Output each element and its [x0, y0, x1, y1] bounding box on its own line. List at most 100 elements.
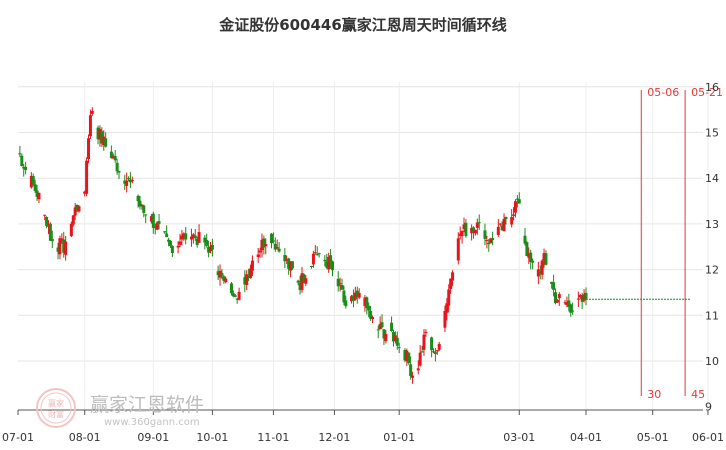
candle: [20, 153, 24, 167]
candle-body: [571, 310, 575, 312]
candle: [205, 233, 209, 248]
candle: [125, 172, 129, 193]
candle: [310, 265, 314, 269]
candle: [557, 292, 561, 306]
candle: [273, 237, 277, 252]
candle: [407, 352, 411, 365]
candle-body: [496, 226, 500, 235]
cycle-count-label: 30: [647, 388, 661, 401]
candle-body: [168, 241, 172, 246]
candle-body: [357, 292, 361, 298]
candle-body: [443, 310, 447, 328]
svg-text:财富: 财富: [48, 409, 64, 419]
candle: [529, 249, 533, 270]
candle-body: [273, 243, 277, 250]
candle-body: [329, 255, 333, 263]
candle-body: [432, 351, 436, 353]
x-tick-label: 12-01: [318, 431, 350, 444]
candle-body: [464, 222, 468, 236]
candle-body: [85, 160, 89, 194]
candle-body: [130, 180, 134, 182]
candle: [340, 278, 344, 290]
candle-body: [338, 283, 342, 285]
candle-body: [233, 295, 237, 297]
candle-body: [127, 178, 131, 180]
candle-body: [424, 331, 428, 333]
candle: [540, 259, 544, 280]
candle-body: [71, 215, 75, 225]
candle-body: [430, 337, 434, 351]
candle: [473, 229, 477, 236]
candle-body: [184, 233, 188, 240]
candle: [113, 150, 117, 163]
candle-body: [220, 272, 224, 276]
cycle-lines-group: 05-063005-2145: [585, 86, 723, 401]
candle-body: [115, 162, 119, 172]
candle: [90, 107, 94, 116]
candle-body: [531, 260, 535, 263]
candle-body: [237, 291, 241, 300]
candle-body: [136, 195, 140, 202]
candle: [184, 227, 188, 245]
candle-body: [205, 239, 209, 246]
candle-body: [88, 115, 92, 137]
candle-body: [411, 375, 415, 378]
candle: [418, 345, 422, 367]
candle-body: [552, 282, 556, 290]
candle-body: [544, 253, 548, 265]
x-tick-label: 05-01: [637, 431, 669, 444]
candle-body: [473, 229, 477, 234]
candle: [430, 336, 434, 358]
candle: [510, 209, 514, 228]
watermark-brand: 赢家江恩软件: [90, 394, 205, 416]
candle-body: [336, 278, 340, 287]
candle: [315, 246, 319, 256]
candle: [330, 260, 334, 277]
candle: [464, 219, 468, 238]
candle-body: [77, 206, 81, 212]
candle: [151, 211, 155, 234]
candle-body: [384, 333, 388, 342]
candle: [256, 248, 260, 263]
candle-body: [250, 260, 254, 271]
candle: [395, 331, 399, 350]
watermark: 赢家 财富 赢家江恩软件 www.360gann.com: [34, 386, 274, 436]
candle-body: [435, 350, 439, 352]
candle-body: [317, 253, 321, 255]
candle: [365, 296, 369, 315]
candle: [18, 145, 22, 158]
candle-body: [513, 201, 517, 213]
candle-body: [197, 232, 201, 243]
candle-body: [330, 261, 334, 271]
candle-body: [271, 240, 275, 242]
candle: [104, 132, 108, 148]
candle: [544, 250, 548, 266]
candle: [313, 245, 317, 255]
candle-body: [50, 238, 54, 242]
candle: [380, 314, 384, 329]
candle: [197, 224, 201, 243]
candle-body: [20, 155, 24, 167]
candle-body: [31, 176, 35, 185]
candle: [502, 213, 506, 232]
cycle-line: 05-06 30: [640, 86, 679, 401]
cycle-date-label: 05-06: [647, 86, 679, 99]
candle-body: [269, 233, 273, 244]
candle-body: [437, 343, 441, 350]
candle-body: [229, 283, 233, 294]
candle: [433, 348, 437, 362]
candle-body: [275, 247, 279, 249]
candle: [85, 157, 89, 197]
candle: [496, 218, 500, 237]
candle-body: [315, 254, 319, 256]
candle-body: [310, 265, 314, 267]
candle-body: [460, 231, 464, 237]
candle-body: [433, 352, 437, 354]
watermark-seal-icon: 赢家 财富: [36, 388, 76, 428]
y-tick-label: 13: [705, 218, 719, 231]
candle: [336, 271, 340, 292]
candle-body: [165, 233, 169, 238]
candle-body: [210, 244, 214, 250]
y-tick-label: 12: [705, 264, 719, 277]
candle-body: [87, 138, 91, 159]
